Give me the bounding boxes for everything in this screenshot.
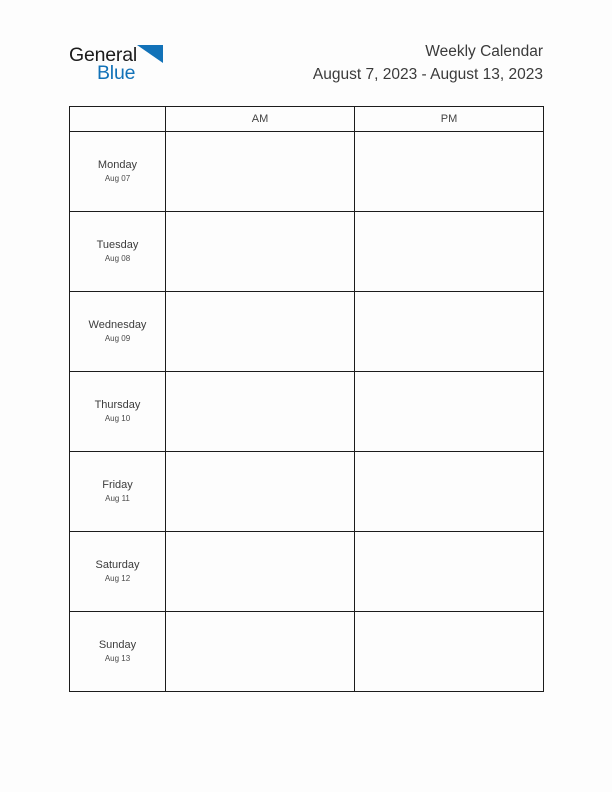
day-name: Saturday xyxy=(95,559,140,571)
logo-text-blue: Blue xyxy=(97,62,136,84)
day-name: Tuesday xyxy=(96,239,139,251)
slot-cell-monday-am[interactable] xyxy=(165,131,355,212)
day-date: Aug 09 xyxy=(104,334,131,343)
calendar-page: General Blue Weekly Calendar August 7, 2… xyxy=(0,0,612,792)
day-cell-thursday: Thursday Aug 10 xyxy=(69,371,166,452)
day-date: Aug 08 xyxy=(104,254,131,263)
table-row: Tuesday Aug 08 xyxy=(69,211,544,292)
slot-cell-friday-am[interactable] xyxy=(165,451,355,532)
weekly-calendar-table: AM PM Monday Aug 07 Tuesday Aug 08 Wedne… xyxy=(69,106,544,692)
slot-cell-thursday-am[interactable] xyxy=(165,371,355,452)
day-name: Wednesday xyxy=(88,319,147,331)
day-date: Aug 10 xyxy=(104,414,131,423)
day-cell-sunday: Sunday Aug 13 xyxy=(69,611,166,692)
title-block: Weekly Calendar August 7, 2023 - August … xyxy=(313,42,543,86)
slot-cell-monday-pm[interactable] xyxy=(354,131,544,212)
day-name: Monday xyxy=(97,159,138,171)
slot-cell-sunday-am[interactable] xyxy=(165,611,355,692)
table-row: Thursday Aug 10 xyxy=(69,371,544,452)
day-cell-monday: Monday Aug 07 xyxy=(69,131,166,212)
slot-cell-tuesday-am[interactable] xyxy=(165,211,355,292)
column-header-day xyxy=(69,106,166,132)
slot-cell-saturday-pm[interactable] xyxy=(354,531,544,612)
slot-cell-sunday-pm[interactable] xyxy=(354,611,544,692)
table-row: Wednesday Aug 09 xyxy=(69,291,544,372)
slot-cell-saturday-am[interactable] xyxy=(165,531,355,612)
column-header-pm: PM xyxy=(354,106,544,132)
day-name: Friday xyxy=(102,479,133,491)
slot-cell-wednesday-am[interactable] xyxy=(165,291,355,372)
day-cell-saturday: Saturday Aug 12 xyxy=(69,531,166,612)
table-row: Sunday Aug 13 xyxy=(69,611,544,692)
table-header-row: AM PM xyxy=(69,106,544,132)
triangle-icon xyxy=(137,45,163,63)
day-date: Aug 07 xyxy=(104,174,131,183)
brand-logo: General Blue xyxy=(69,42,179,92)
day-name: Sunday xyxy=(98,639,137,651)
table-row: Monday Aug 07 xyxy=(69,131,544,212)
slot-cell-thursday-pm[interactable] xyxy=(354,371,544,452)
day-cell-tuesday: Tuesday Aug 08 xyxy=(69,211,166,292)
day-date: Aug 12 xyxy=(104,574,131,583)
slot-cell-wednesday-pm[interactable] xyxy=(354,291,544,372)
date-range-subtitle: August 7, 2023 - August 13, 2023 xyxy=(312,66,543,83)
table-row: Saturday Aug 12 xyxy=(69,531,544,612)
day-cell-wednesday: Wednesday Aug 09 xyxy=(69,291,166,372)
day-name: Thursday xyxy=(94,399,141,411)
day-date: Aug 11 xyxy=(105,494,130,503)
day-cell-friday: Friday Aug 11 xyxy=(69,451,166,532)
day-date: Aug 13 xyxy=(104,654,131,663)
page-title: Weekly Calendar xyxy=(425,43,543,60)
slot-cell-friday-pm[interactable] xyxy=(354,451,544,532)
slot-cell-tuesday-pm[interactable] xyxy=(354,211,544,292)
column-header-am: AM xyxy=(165,106,355,132)
page-header: General Blue Weekly Calendar August 7, 2… xyxy=(69,42,543,98)
table-row: Friday Aug 11 xyxy=(69,451,544,532)
